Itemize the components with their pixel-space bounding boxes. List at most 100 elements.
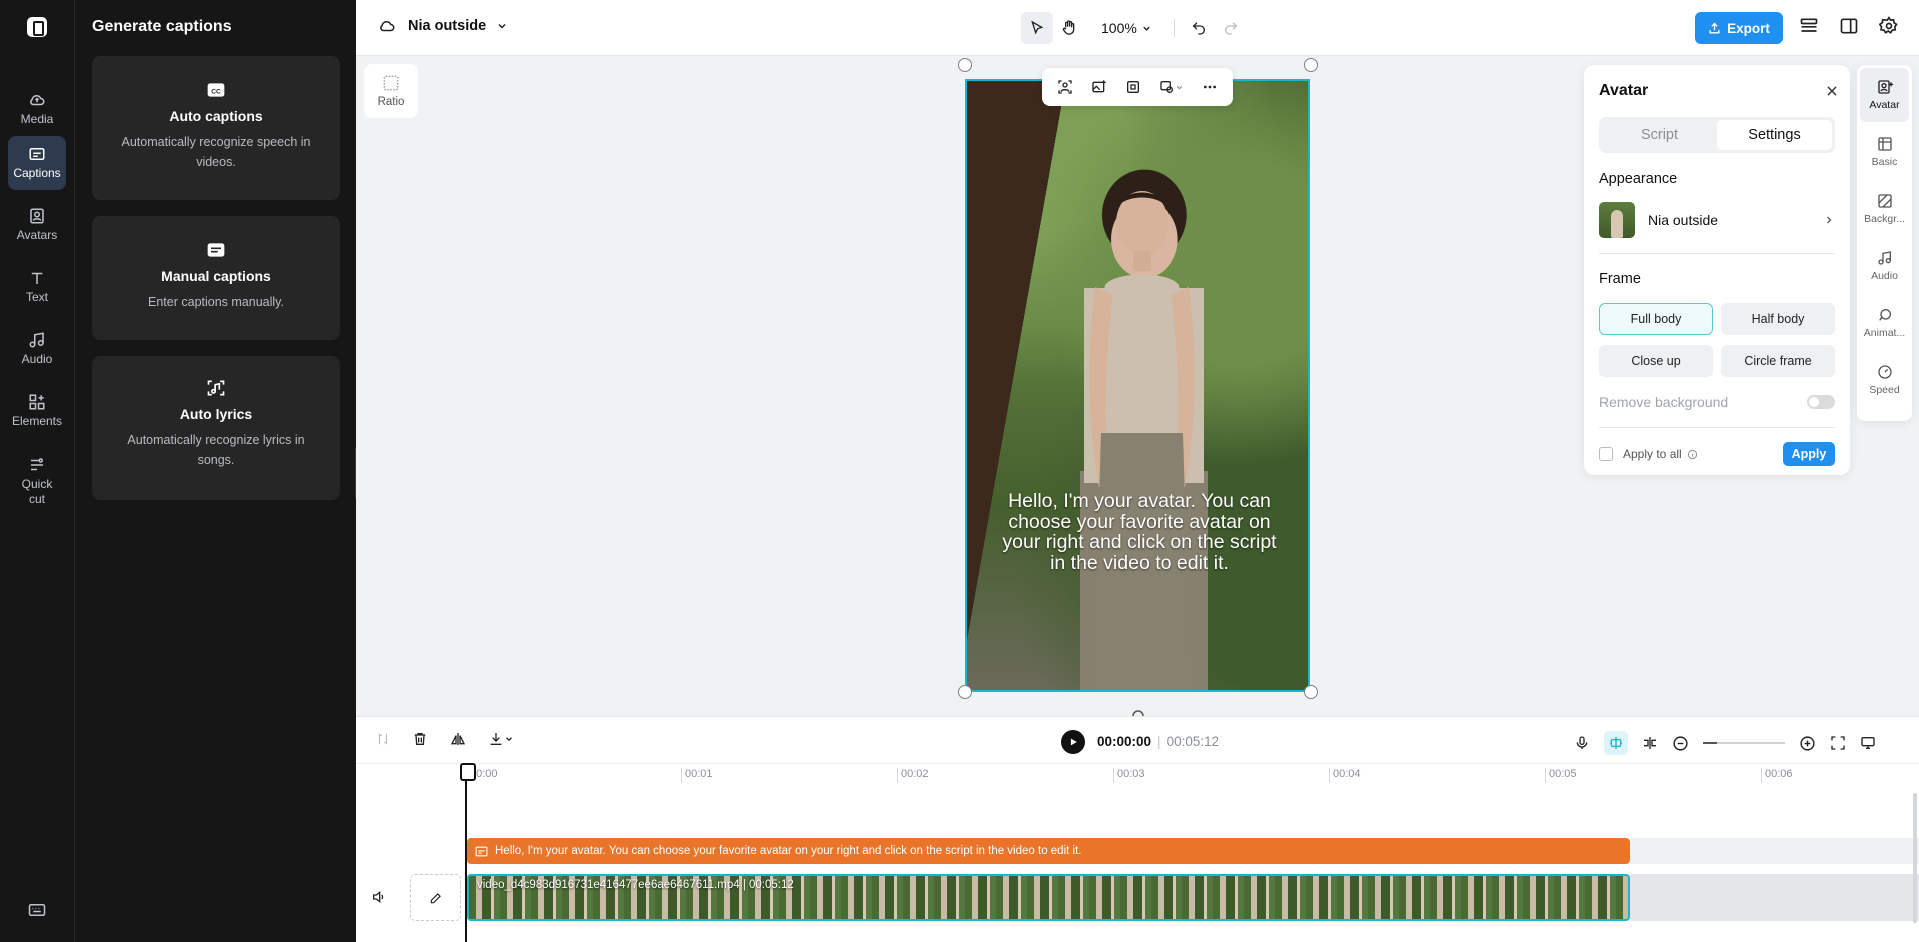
auto-lyrics-title: Auto lyrics: [92, 406, 340, 422]
auto-captions-card[interactable]: CC Auto captions Automatically recognize…: [92, 56, 340, 200]
add-image-button[interactable]: [1091, 79, 1107, 95]
nav-audio-label: Audio: [22, 352, 53, 367]
caption-track-empty: [1630, 838, 1919, 864]
caption-clip[interactable]: Hello, I'm your avatar. You can choose y…: [467, 838, 1630, 864]
video-caption-text[interactable]: Hello, I'm your avatar. You can choose y…: [997, 491, 1282, 573]
background-icon: [1877, 193, 1893, 209]
manual-captions-card[interactable]: Manual captions Enter captions manually.: [92, 216, 340, 340]
select-tool-button[interactable]: [1021, 12, 1053, 44]
avatar-video-frame[interactable]: Hello, I'm your avatar. You can choose y…: [965, 79, 1310, 692]
layout-button[interactable]: [1839, 16, 1859, 36]
nav-media-label: Media: [21, 112, 54, 127]
speed-icon: [1877, 364, 1893, 380]
remove-background-toggle[interactable]: [1807, 395, 1835, 409]
download-icon: [488, 731, 504, 747]
right-tab-animation[interactable]: Animat...: [1860, 296, 1909, 350]
playhead[interactable]: [465, 767, 467, 942]
nav-quick-cut[interactable]: Quick cut: [8, 448, 66, 514]
export-button[interactable]: Export: [1695, 12, 1783, 44]
frame-half-body-button[interactable]: Half body: [1721, 303, 1835, 335]
right-tab-background-label: Backgr...: [1864, 213, 1905, 225]
ratio-button[interactable]: Ratio: [364, 64, 418, 118]
frame-full-body-button[interactable]: Full body: [1599, 303, 1713, 335]
mute-track-button[interactable]: [371, 889, 387, 905]
cc-icon: CC: [206, 80, 226, 100]
app-logo-icon[interactable]: [27, 17, 47, 37]
project-name-dropdown[interactable]: Nia outside: [378, 17, 508, 35]
svg-text:CC: CC: [211, 88, 221, 95]
record-voice-button[interactable]: [1574, 735, 1590, 751]
split-button[interactable]: [376, 732, 390, 746]
time-display: 00:00:00|00:05:12: [1097, 734, 1219, 749]
auto-lyrics-card[interactable]: Auto lyrics Automatically recognize lyri…: [92, 356, 340, 500]
divider: [1599, 253, 1835, 254]
right-tab-speed[interactable]: Speed: [1860, 353, 1909, 407]
nav-audio[interactable]: Audio: [8, 322, 66, 376]
timeline-scrollbar[interactable]: [1913, 793, 1917, 923]
play-button[interactable]: [1061, 730, 1085, 754]
aspect-ratio-icon: [382, 74, 400, 92]
nav-text[interactable]: Text: [8, 260, 66, 314]
magnet-snap-icon: [1608, 735, 1624, 751]
right-tab-audio[interactable]: Audio: [1860, 239, 1909, 293]
zoom-out-button[interactable]: [1672, 735, 1689, 752]
zoom-in-button[interactable]: [1799, 735, 1816, 752]
right-tab-avatar[interactable]: Avatar: [1860, 68, 1909, 122]
microphone-icon: [1574, 735, 1590, 751]
replace-avatar-button[interactable]: [1057, 79, 1073, 95]
auto-snap-button[interactable]: [1604, 731, 1628, 755]
crop-button[interactable]: [1125, 79, 1141, 95]
nav-elements[interactable]: Elements: [8, 384, 66, 438]
layers-button[interactable]: [1799, 16, 1819, 36]
more-options-button[interactable]: [1202, 79, 1218, 95]
background-dropdown[interactable]: [1159, 79, 1184, 95]
left-nav-rail: Media Captions Avatars Text Audio Elemen…: [0, 0, 75, 942]
apply-to-all-checkbox[interactable]: [1599, 447, 1613, 461]
preview-monitor-button[interactable]: [1860, 735, 1876, 751]
keyboard-shortcuts-icon[interactable]: [28, 903, 46, 917]
resize-handle-bl[interactable]: [958, 685, 972, 699]
tab-script[interactable]: Script: [1602, 120, 1717, 150]
avatar-thumbnail: [1599, 202, 1635, 238]
caption-clip-text: Hello, I'm your avatar. You can choose y…: [495, 845, 1081, 857]
appearance-selector[interactable]: Nia outside: [1599, 201, 1835, 239]
resize-handle-br[interactable]: [1304, 685, 1318, 699]
resize-handle-tr[interactable]: [1304, 58, 1318, 72]
layers-icon: [1799, 16, 1819, 36]
top-right-tools: [1799, 16, 1919, 36]
nav-text-label: Text: [26, 290, 48, 305]
zoom-dropdown[interactable]: 100%: [1101, 20, 1152, 36]
video-clip[interactable]: video_d4c983d916731e416477ee6ae6467611.m…: [467, 874, 1630, 921]
settings-button[interactable]: [1879, 16, 1899, 36]
rotate-handle-icon[interactable]: [1130, 706, 1146, 716]
top-bar: Nia outside 100% Export: [356, 0, 1919, 56]
split-clip-icon: [1642, 735, 1658, 751]
apply-button[interactable]: Apply: [1783, 442, 1835, 466]
nav-captions[interactable]: Captions: [8, 136, 66, 190]
close-button[interactable]: [1825, 84, 1839, 98]
redo-button[interactable]: [1215, 12, 1247, 44]
zoom-out-icon: [1672, 735, 1689, 752]
nav-media[interactable]: Media: [8, 82, 66, 136]
split-clip-button[interactable]: [1642, 735, 1658, 751]
frame-close-up-button[interactable]: Close up: [1599, 345, 1713, 377]
resize-handle-tl[interactable]: [958, 58, 972, 72]
apply-to-all-label: Apply to all: [1623, 447, 1682, 461]
animation-icon: [1877, 307, 1893, 323]
time-ruler[interactable]: 00:00 00:01 00:02 00:03 00:04 00:05 00:0…: [356, 763, 1919, 789]
nav-avatars[interactable]: Avatars: [8, 198, 66, 252]
hand-tool-button[interactable]: [1053, 12, 1085, 44]
download-dropdown[interactable]: [488, 731, 514, 747]
frame-circle-button[interactable]: Circle frame: [1721, 345, 1835, 377]
right-tab-basic[interactable]: Basic: [1860, 125, 1909, 179]
basic-icon: [1877, 136, 1893, 152]
ruler-tick: 00:04: [1329, 768, 1361, 782]
delete-button[interactable]: [412, 731, 428, 747]
fit-timeline-button[interactable]: [1830, 735, 1846, 751]
tab-settings[interactable]: Settings: [1717, 120, 1832, 150]
undo-button[interactable]: [1183, 12, 1215, 44]
timeline-zoom-slider[interactable]: [1703, 742, 1785, 744]
right-tab-background[interactable]: Backgr...: [1860, 182, 1909, 236]
flip-button[interactable]: [450, 731, 466, 747]
edit-cover-button[interactable]: [410, 874, 461, 921]
